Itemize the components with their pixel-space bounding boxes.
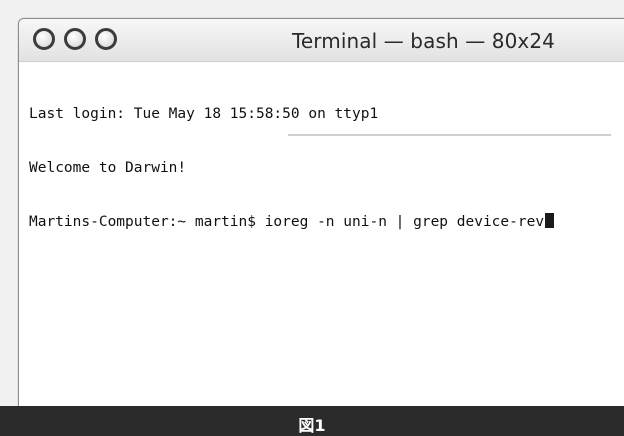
command-underline	[288, 134, 611, 136]
figure-caption: 図1	[298, 416, 326, 435]
terminal-output[interactable]: Last login: Tue May 18 15:58:50 on ttyp1…	[29, 69, 619, 409]
terminal-line-last-login: Last login: Tue May 18 15:58:50 on ttyp1	[29, 106, 379, 122]
window-title: Terminal — bash — 80x24	[291, 29, 555, 53]
text-cursor	[545, 213, 555, 228]
command-input[interactable]: ioreg -n uni-n | grep device-rev	[265, 214, 544, 230]
window-titlebar[interactable]: Terminal — bash — 80x24	[19, 19, 624, 62]
caption-bar: 図1	[0, 406, 624, 436]
terminal-prompt-line[interactable]: Martins-Computer:~ martin$ ioreg -n uni-…	[29, 213, 619, 231]
terminal-window[interactable]: Terminal — bash — 80x24 Last login: Tue …	[18, 18, 624, 410]
terminal-line-welcome: Welcome to Darwin!	[29, 160, 187, 176]
prompt: Martins-Computer:~ martin$	[29, 214, 265, 230]
